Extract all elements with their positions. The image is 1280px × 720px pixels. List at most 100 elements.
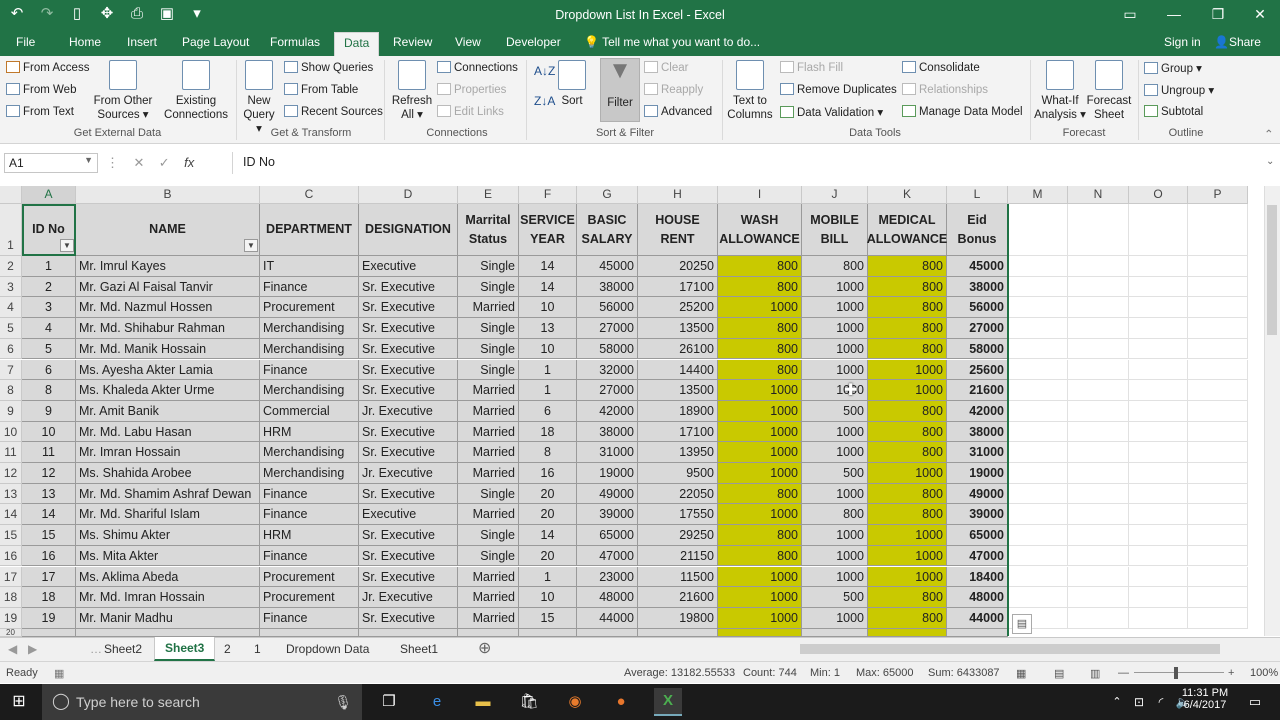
row-header-8[interactable]: 8: [0, 380, 22, 401]
column-header-o[interactable]: O: [1129, 186, 1188, 204]
row-header-7[interactable]: 7: [0, 359, 22, 381]
row-header-14[interactable]: 14: [0, 504, 22, 526]
tab-developer[interactable]: Developer: [506, 35, 561, 49]
scroll-left-icon[interactable]: ◀: [8, 640, 17, 660]
empty-cell[interactable]: [1129, 204, 1188, 256]
sheet-tab-sheet3[interactable]: Sheet3: [154, 637, 216, 661]
empty-cell[interactable]: [1068, 297, 1129, 319]
empty-cell[interactable]: [1008, 318, 1068, 339]
cancel-icon[interactable]: ✕: [133, 155, 158, 170]
tab-insert[interactable]: Insert: [127, 35, 157, 49]
empty-cell[interactable]: [1188, 421, 1248, 443]
more-sheets-icon[interactable]: …: [90, 640, 102, 660]
row-header-5[interactable]: 5: [0, 318, 22, 339]
empty-cell[interactable]: [1068, 483, 1129, 505]
edge-browser-icon[interactable]: e: [426, 691, 448, 713]
row-header-6[interactable]: 6: [0, 338, 22, 360]
empty-cell[interactable]: [1068, 359, 1129, 381]
row-header-10[interactable]: 10: [0, 421, 22, 443]
empty-cell[interactable]: [1008, 276, 1068, 298]
from-access-button[interactable]: From Access: [6, 61, 89, 74]
remove-duplicates-button[interactable]: Remove Duplicates: [780, 83, 897, 96]
empty-cell[interactable]: [1129, 504, 1188, 526]
connections-button[interactable]: Connections: [437, 61, 518, 74]
empty-cell[interactable]: [1008, 421, 1068, 443]
subtotal-button[interactable]: Subtotal: [1144, 105, 1203, 118]
ribbon-display-icon[interactable]: ▭: [1108, 0, 1152, 30]
empty-cell[interactable]: [1068, 380, 1129, 401]
row-header-20[interactable]: 20: [0, 628, 22, 637]
column-header-h[interactable]: H: [638, 186, 718, 204]
collapse-ribbon-icon[interactable]: ⌃: [1264, 127, 1274, 141]
row-header-11[interactable]: 11: [0, 442, 22, 463]
row-header-13[interactable]: 13: [0, 483, 22, 505]
column-header-g[interactable]: G: [577, 186, 638, 204]
microphone-icon[interactable]: 🎙: [334, 684, 352, 720]
empty-cell[interactable]: [1188, 318, 1248, 339]
insert-function-icon[interactable]: fx: [184, 155, 194, 170]
empty-cell[interactable]: [1129, 359, 1188, 381]
task-view-icon[interactable]: ❐: [378, 691, 400, 713]
minimize-icon[interactable]: —: [1152, 0, 1196, 30]
empty-cell[interactable]: [1188, 442, 1248, 463]
empty-cell[interactable]: [1129, 587, 1188, 608]
empty-cell[interactable]: [1188, 504, 1248, 526]
empty-cell[interactable]: [1008, 504, 1068, 526]
expand-formula-icon[interactable]: ⌄: [1266, 156, 1274, 167]
empty-cell[interactable]: [1008, 256, 1068, 277]
column-header-c[interactable]: C: [260, 186, 359, 204]
clock[interactable]: 11:31 PM 6/4/2017: [1178, 687, 1232, 711]
flash-fill-button[interactable]: Flash Fill: [780, 61, 843, 74]
empty-cell[interactable]: [1008, 483, 1068, 505]
sort-za-icon[interactable]: Z↓A: [534, 94, 555, 108]
row-header-9[interactable]: 9: [0, 400, 22, 422]
name-box[interactable]: A1 ▼: [4, 153, 98, 173]
relationships-button[interactable]: Relationships: [902, 83, 988, 96]
column-header-i[interactable]: I: [718, 186, 802, 204]
properties-button[interactable]: Properties: [437, 83, 506, 96]
empty-cell[interactable]: [1188, 463, 1248, 484]
empty-cell[interactable]: [1008, 442, 1068, 463]
row-header-17[interactable]: 17: [0, 566, 22, 588]
row-header-15[interactable]: 15: [0, 525, 22, 546]
empty-cell[interactable]: [1008, 566, 1068, 588]
tell-me-box[interactable]: 💡 Tell me what you want to do...: [584, 35, 760, 49]
empty-cell[interactable]: [1129, 483, 1188, 505]
empty-cell[interactable]: [1129, 463, 1188, 484]
page-layout-view-icon[interactable]: ▤: [1054, 667, 1064, 680]
text-to-columns-button[interactable]: Text to Columns: [726, 60, 774, 122]
empty-cell[interactable]: [1008, 380, 1068, 401]
empty-cell[interactable]: [1068, 256, 1129, 277]
ungroup-button[interactable]: Ungroup ▾: [1144, 83, 1214, 97]
tab-home[interactable]: Home: [69, 35, 101, 49]
empty-cell[interactable]: [1129, 421, 1188, 443]
edit-links-button[interactable]: Edit Links: [437, 105, 504, 118]
quick-analysis-icon[interactable]: ▤: [1012, 614, 1032, 634]
row-header-4[interactable]: 4: [0, 297, 22, 319]
empty-cell[interactable]: [1068, 421, 1129, 443]
show-hidden-icons-icon[interactable]: ⌃: [1106, 691, 1128, 713]
media-app-icon[interactable]: ◉: [564, 691, 586, 713]
refresh-all-button[interactable]: Refresh All ▾: [390, 60, 434, 122]
network-icon[interactable]: ⊡: [1128, 691, 1150, 713]
empty-cell[interactable]: [1129, 400, 1188, 422]
empty-cell[interactable]: [1129, 607, 1188, 629]
scroll-right-icon[interactable]: ▶: [28, 640, 37, 660]
empty-cell[interactable]: [1188, 380, 1248, 401]
empty-cell[interactable]: [1188, 276, 1248, 298]
wifi-icon[interactable]: ◜: [1150, 691, 1172, 713]
store-icon[interactable]: 🛍: [518, 691, 540, 713]
tab-page-layout[interactable]: Page Layout: [182, 35, 249, 49]
empty-cell[interactable]: [1008, 400, 1068, 422]
new-query-button[interactable]: New Query ▾: [240, 60, 278, 136]
from-other-sources-button[interactable]: From Other Sources ▾: [90, 60, 156, 122]
from-table-button[interactable]: From Table: [284, 83, 358, 96]
sign-in-link[interactable]: Sign in: [1164, 35, 1201, 49]
manage-data-model-button[interactable]: Manage Data Model: [902, 105, 1023, 118]
column-header-p[interactable]: P: [1188, 186, 1248, 204]
empty-cell[interactable]: [1129, 525, 1188, 546]
horizontal-scroll-thumb[interactable]: [800, 644, 1220, 654]
sort-az-icon[interactable]: A↓Z: [534, 64, 555, 78]
from-web-button[interactable]: From Web: [6, 83, 76, 96]
notifications-icon[interactable]: ▭: [1244, 691, 1266, 713]
